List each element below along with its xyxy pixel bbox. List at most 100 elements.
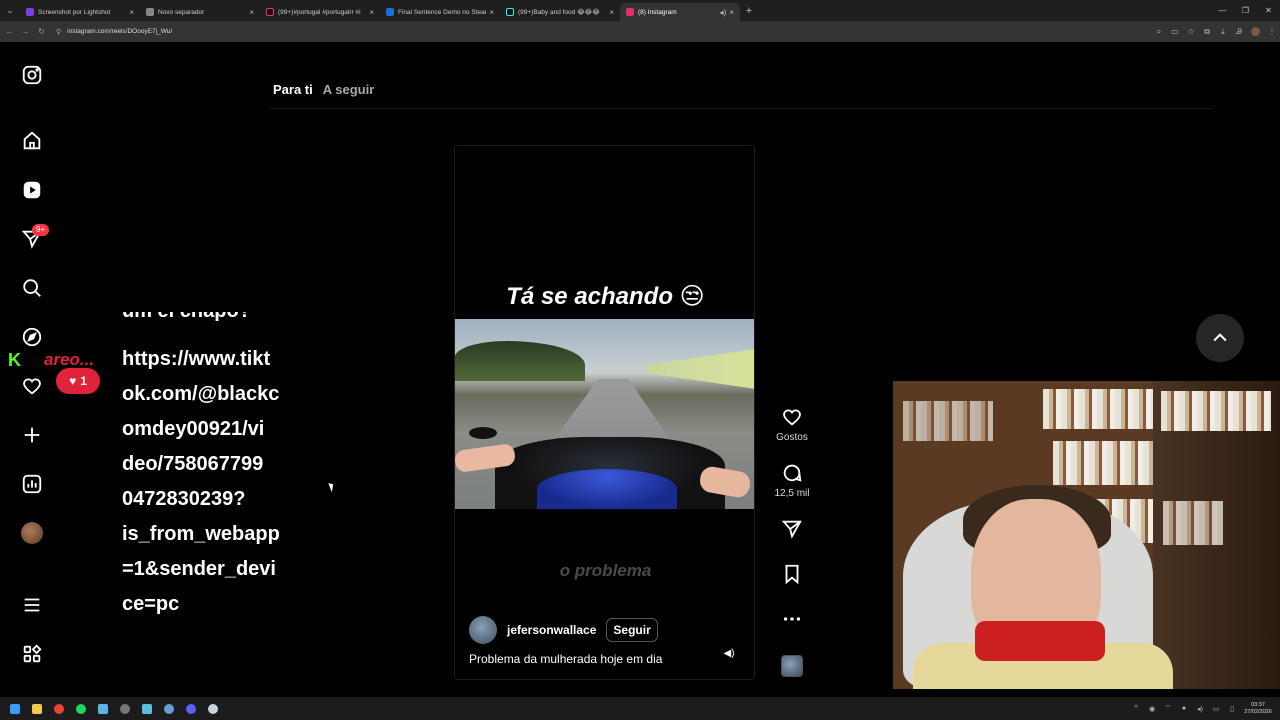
share-icon[interactable] bbox=[781, 518, 803, 540]
overlay-link-text: https://www.tikt ok.com/@blackc omdey009… bbox=[122, 342, 322, 622]
reload-icon[interactable]: ↻ bbox=[35, 27, 48, 36]
more-apps-icon[interactable] bbox=[20, 642, 44, 666]
taskbar: ^ ◉ ⌔ ● ◂) ▭ ▯ 03:37 27/02/2026 bbox=[0, 697, 1280, 720]
explore-icon[interactable] bbox=[20, 325, 44, 349]
address-bar-row: ← → ↻ ⚲ instagram.com/reels/DOooyE7j_Wu/… bbox=[0, 21, 1280, 42]
more-dots-icon[interactable] bbox=[781, 608, 803, 630]
tab-close-icon[interactable]: × bbox=[489, 8, 494, 17]
tab-tiktok-portugal[interactable]: (99+)#portugal #portugalrr #i × bbox=[260, 3, 380, 21]
speaker-icon[interactable]: ◂) bbox=[720, 8, 727, 17]
close-window-icon[interactable]: ✕ bbox=[1257, 0, 1280, 21]
discord-icon[interactable] bbox=[180, 697, 202, 720]
display-icon[interactable]: ▭ bbox=[1208, 705, 1224, 713]
translate-icon[interactable]: Ꭿ bbox=[1231, 27, 1247, 37]
sound-toggle-icon[interactable]: ◀) bbox=[721, 646, 737, 662]
author-avatar[interactable] bbox=[469, 616, 497, 644]
previous-reel-button[interactable] bbox=[1196, 314, 1244, 362]
notifications-badge: 9+ bbox=[32, 224, 50, 236]
forward-icon[interactable]: → bbox=[19, 27, 32, 36]
minimize-icon[interactable]: — bbox=[1211, 0, 1234, 21]
tab-lightshot[interactable]: Screenshot por Lightshot × bbox=[20, 3, 140, 21]
clock[interactable]: 03:37 27/02/2026 bbox=[1240, 702, 1276, 716]
tray-chevron-icon[interactable]: ^ bbox=[1128, 705, 1144, 712]
reel-video-frame[interactable] bbox=[455, 319, 754, 509]
like-count: 1 bbox=[80, 374, 87, 388]
chrome-icon[interactable] bbox=[48, 697, 70, 720]
tab-for-you[interactable]: Para ti bbox=[273, 82, 313, 97]
bookmark-icon[interactable] bbox=[781, 563, 803, 585]
comment-action[interactable]: 12,5 mil bbox=[772, 462, 812, 499]
comments-count: 12,5 mil bbox=[774, 488, 810, 499]
spotify-icon[interactable] bbox=[70, 697, 92, 720]
volume-icon[interactable]: ◂) bbox=[1192, 705, 1208, 713]
tab-close-icon[interactable]: × bbox=[129, 8, 134, 17]
more-action[interactable] bbox=[772, 608, 812, 630]
network-app-icon[interactable] bbox=[158, 697, 180, 720]
url-input[interactable]: ⚲ instagram.com/reels/DOooyE7j_Wu/ bbox=[56, 24, 1146, 40]
zoom-icon[interactable]: ⌕ bbox=[1151, 27, 1167, 37]
monitor-app-icon[interactable] bbox=[92, 697, 114, 720]
notes-icon[interactable] bbox=[136, 697, 158, 720]
tab-title: Novo separador bbox=[158, 8, 205, 16]
mirror bbox=[469, 427, 497, 439]
tab-search-icon[interactable]: ⌄ bbox=[0, 0, 20, 21]
downloads-icon[interactable]: ⤓ bbox=[1215, 27, 1231, 37]
tab-title: (8) Instagram bbox=[638, 8, 677, 16]
heart-icon[interactable] bbox=[20, 374, 44, 398]
webcam-overlay bbox=[893, 381, 1280, 689]
bookmark-star-icon[interactable]: ☆ bbox=[1183, 27, 1199, 36]
reel-player[interactable]: Tá se achando 😒 o problema jefersonwalla… bbox=[454, 145, 755, 680]
home-icon[interactable] bbox=[20, 129, 44, 153]
create-plus-icon[interactable] bbox=[20, 423, 44, 447]
tab-tiktok-baby[interactable]: (99+)Baby and food 😂😂😂 × bbox=[500, 3, 620, 21]
reel-author: jefersonwallace Seguir bbox=[469, 616, 658, 644]
audio-thumbnail[interactable] bbox=[781, 655, 803, 677]
like-action[interactable]: Gostos bbox=[772, 406, 812, 443]
browser-tab-bar: ⌄ Screenshot por Lightshot × Novo separa… bbox=[0, 0, 1280, 21]
site-info-icon[interactable]: ⚲ bbox=[56, 28, 61, 36]
profile-avatar[interactable] bbox=[1251, 27, 1260, 36]
search-icon[interactable] bbox=[20, 276, 44, 300]
menu-dots-icon[interactable]: ⋮ bbox=[1264, 27, 1280, 36]
tab-close-icon[interactable]: × bbox=[729, 8, 734, 17]
hamburger-menu-icon[interactable] bbox=[20, 593, 44, 617]
windows-start-icon[interactable] bbox=[4, 697, 26, 720]
steam-icon[interactable] bbox=[202, 697, 224, 720]
tab-close-icon[interactable]: × bbox=[249, 8, 254, 17]
books bbox=[1161, 391, 1271, 431]
tiktok-favicon-icon bbox=[266, 8, 274, 16]
tab-close-icon[interactable]: × bbox=[609, 8, 614, 17]
mic-icon[interactable]: ● bbox=[1176, 705, 1192, 712]
share-action[interactable] bbox=[772, 518, 812, 540]
battery-icon[interactable]: ▯ bbox=[1224, 705, 1240, 713]
back-icon[interactable]: ← bbox=[3, 27, 16, 36]
wall bbox=[646, 349, 754, 389]
reels-icon[interactable] bbox=[20, 178, 44, 202]
obs-icon[interactable] bbox=[114, 697, 136, 720]
wifi-icon[interactable]: ⌔ bbox=[1160, 704, 1176, 713]
motorcycle-tank bbox=[537, 469, 677, 509]
comment-icon[interactable] bbox=[781, 462, 803, 484]
author-username[interactable]: jefersonwallace bbox=[507, 623, 596, 637]
dashboard-icon[interactable] bbox=[20, 472, 44, 496]
extensions-icon[interactable]: ⧉ bbox=[1199, 27, 1215, 37]
new-tab-button[interactable]: + bbox=[740, 5, 758, 17]
shield-icon[interactable]: ◉ bbox=[1144, 705, 1160, 713]
save-action[interactable] bbox=[772, 563, 812, 585]
tab-following[interactable]: A seguir bbox=[323, 82, 375, 97]
toolbar-icons: ⌕ ▭ ☆ ⧉ ⤓ Ꭿ ⋮ bbox=[1151, 21, 1280, 42]
tab-close-icon[interactable]: × bbox=[369, 8, 374, 17]
tab-steam[interactable]: Final Sentence Demo no Steam × bbox=[380, 3, 500, 21]
reel-description[interactable]: Problema da mulherada hoje em dia bbox=[469, 652, 662, 666]
restore-icon[interactable]: ❐ bbox=[1234, 0, 1257, 21]
tab-new[interactable]: Novo separador × bbox=[140, 3, 260, 21]
file-explorer-icon[interactable] bbox=[26, 697, 48, 720]
cast-icon[interactable]: ▭ bbox=[1167, 27, 1183, 36]
follow-button[interactable]: Seguir bbox=[606, 618, 658, 642]
reel-bottom-caption: o problema bbox=[559, 561, 652, 580]
profile-icon[interactable] bbox=[20, 521, 44, 545]
tab-instagram[interactable]: (8) Instagram ◂) × bbox=[620, 3, 740, 21]
instagram-logo-icon[interactable] bbox=[20, 63, 44, 87]
heart-icon[interactable] bbox=[781, 406, 803, 428]
tab-title: (99+)#portugal #portugalrr #i bbox=[278, 8, 361, 16]
